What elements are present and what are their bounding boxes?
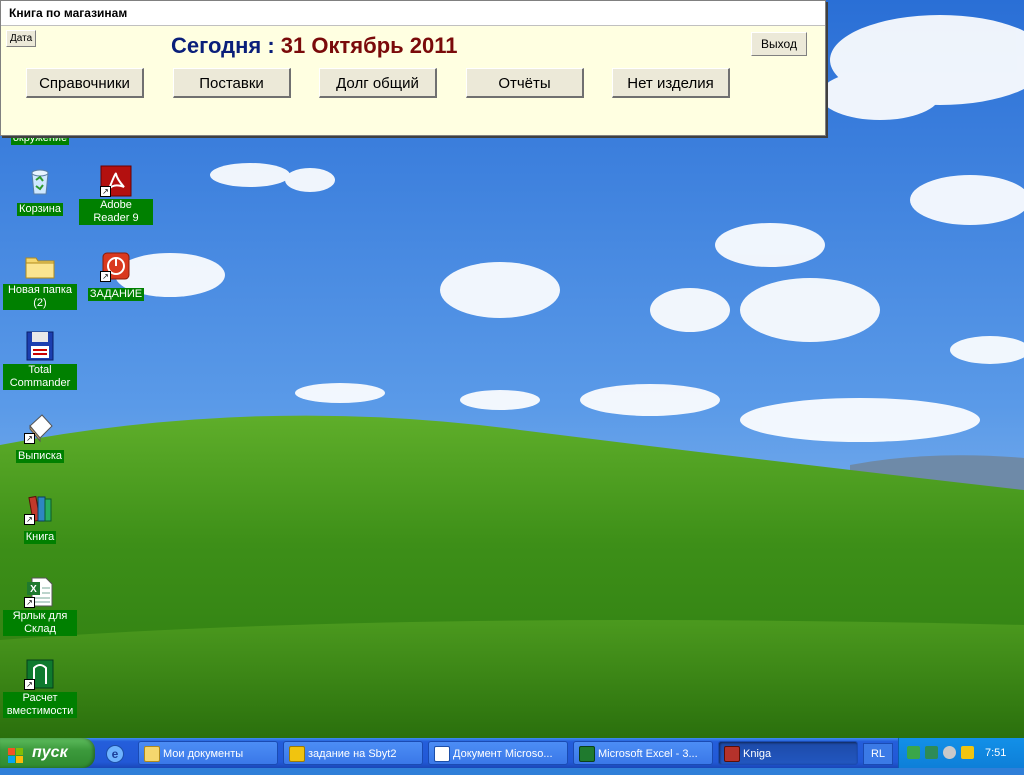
shortcut-arrow-icon: ↗ (100, 271, 111, 282)
clock[interactable]: 7:51 (985, 738, 1006, 768)
reports-button[interactable]: Отчёты (466, 68, 584, 98)
desktop-icon-label: Корзина (17, 203, 63, 216)
task-button-sbyt2[interactable]: задание на Sbyt2 (283, 741, 423, 765)
document-icon: ↗ (24, 412, 56, 444)
recycle-bin-icon (24, 165, 56, 197)
word-icon (434, 746, 450, 762)
task-button-excel[interactable]: Microsoft Excel - 3... (573, 741, 713, 765)
tray-volume-icon[interactable] (943, 746, 956, 759)
deliveries-button[interactable]: Поставки (173, 68, 291, 98)
total-debt-button[interactable]: Долг общий (319, 68, 437, 98)
shortcut-arrow-icon: ↗ (24, 679, 35, 690)
task-label: задание на Sbyt2 (308, 748, 397, 760)
shortcut-arrow-icon: ↗ (24, 597, 35, 608)
desktop-icon-task[interactable]: ↗ ЗАДАНИЕ (76, 250, 156, 302)
excel-icon (579, 746, 595, 762)
no-item-button[interactable]: Нет изделия (612, 68, 730, 98)
app-window: Книга по магазинам Дата Сегодня : 31 Окт… (0, 0, 826, 136)
desktop-icon-sklad[interactable]: X ↗ Ярлык для Склад (0, 576, 80, 637)
start-label: пуск (32, 744, 68, 761)
window-title[interactable]: Книга по магазинам (1, 1, 825, 26)
directories-button[interactable]: Справочники (26, 68, 144, 98)
date-button[interactable]: Дата (6, 30, 37, 47)
today-label: Сегодня (171, 33, 262, 58)
shortcut-arrow-icon: ↗ (100, 186, 111, 197)
excel-file-icon: X ↗ (24, 576, 56, 608)
shortcut-arrow-icon: ↗ (24, 433, 35, 444)
desktop-icon-vypiska[interactable]: ↗ Выписка (0, 412, 80, 464)
desktop-icon-label: Расчет вместимости (3, 692, 77, 718)
access-icon (724, 746, 740, 762)
desktop-icon-label: Книга (23, 531, 57, 544)
taskbar: пуск e Мои документы задание на Sbyt2 До… (0, 738, 1024, 768)
language-indicator[interactable]: RL (863, 743, 893, 765)
desktop-icon-label: Новая папка (2) (3, 284, 77, 310)
tray-antivirus-icon[interactable] (961, 746, 974, 759)
calc-icon: ↗ (24, 658, 56, 690)
internet-explorer-icon[interactable]: e (106, 745, 124, 763)
shortcut-arrow-icon: ↗ (24, 514, 35, 525)
books-icon: ↗ (24, 493, 56, 525)
desktop-icon-kniga[interactable]: ↗ Книга (0, 493, 80, 545)
task-label: Microsoft Excel - 3... (598, 748, 698, 760)
svg-text:X: X (30, 584, 37, 595)
today-display: Сегодня : 31 Октябрь 2011 (171, 33, 458, 59)
exit-button[interactable]: Выход (751, 32, 807, 56)
task-button-my-documents[interactable]: Мои документы (138, 741, 278, 765)
task-icon (289, 746, 305, 762)
desktop-icon-new-folder[interactable]: Новая папка (2) (0, 250, 80, 311)
folder-icon (24, 250, 56, 282)
task-label: Документ Microso... (453, 748, 553, 760)
task-button-word[interactable]: Документ Microso... (428, 741, 568, 765)
tray-network-icon[interactable] (907, 746, 920, 759)
desktop-icon-label: ЗАДАНИЕ (87, 288, 145, 301)
desktop-icon-label: Ярлык для Склад (3, 610, 77, 636)
tray-security-icon[interactable] (925, 746, 938, 759)
desktop-icon-label: Total Commander (3, 364, 77, 390)
desktop-icon-label: Выписка (15, 450, 65, 463)
desktop-icon-label: Adobe Reader 9 (79, 199, 153, 225)
task-app-icon: ↗ (100, 250, 132, 282)
adobe-reader-icon: ↗ (100, 165, 132, 197)
desktop-icon-total-commander[interactable]: Total Commander (0, 330, 80, 391)
task-button-kniga[interactable]: Kniga (718, 741, 858, 765)
total-commander-icon (24, 330, 56, 362)
windows-logo-icon (8, 745, 24, 763)
task-label: Мои документы (163, 748, 244, 760)
today-date: 31 Октябрь 2011 (280, 33, 458, 58)
today-colon: : (261, 33, 281, 58)
task-label: Kniga (743, 748, 772, 760)
start-button[interactable]: пуск (0, 738, 95, 768)
desktop-icon-adobe-reader[interactable]: ↗ Adobe Reader 9 (76, 165, 156, 226)
folder-icon (144, 746, 160, 762)
desktop-icon-calc[interactable]: ↗ Расчет вместимости (0, 658, 80, 719)
desktop-icon-recycle-bin[interactable]: Корзина (0, 165, 80, 217)
